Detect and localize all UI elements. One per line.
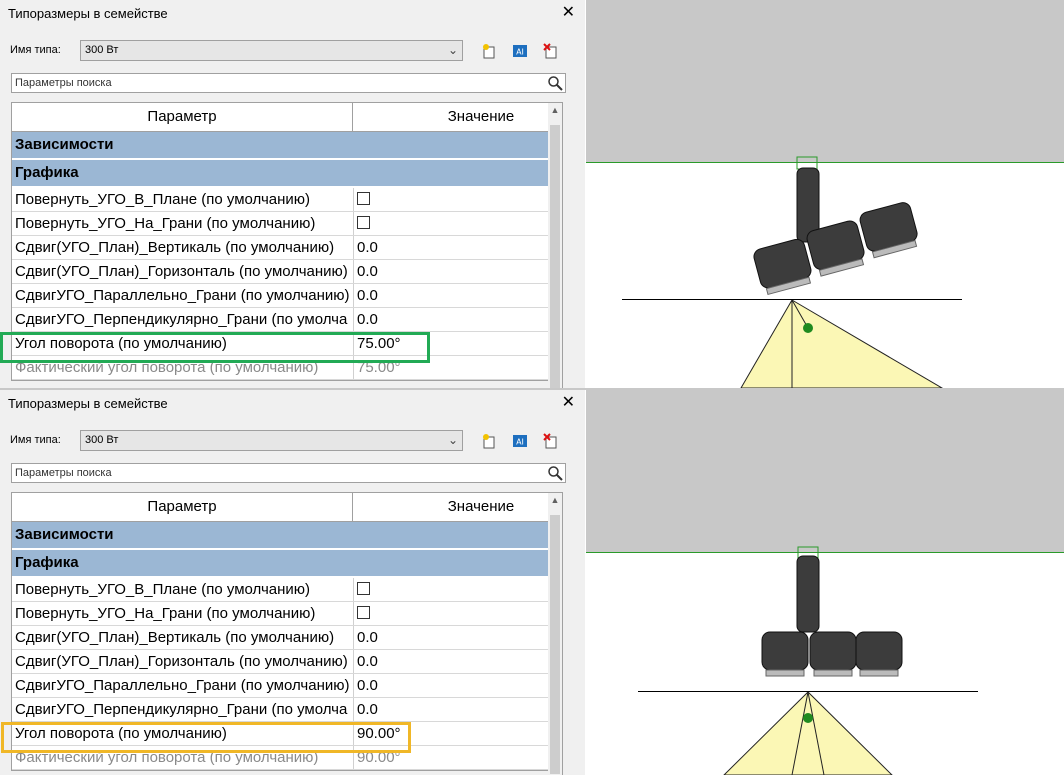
new-type-icon bbox=[483, 434, 495, 449]
new-type-button[interactable] bbox=[479, 41, 499, 61]
rename-type-button[interactable]: AI bbox=[510, 41, 530, 61]
svg-text:AI: AI bbox=[516, 48, 524, 57]
checkbox[interactable] bbox=[357, 192, 370, 206]
vertical-scrollbar[interactable]: ▲ bbox=[548, 492, 563, 775]
table-row[interactable]: СдвигУГО_Перпендикулярно_Грани (по умолч… bbox=[12, 698, 549, 722]
group-constraints[interactable]: Зависимости bbox=[12, 522, 549, 550]
delete-type-icon bbox=[543, 433, 557, 449]
chevron-down-icon: ⌄ bbox=[447, 43, 458, 57]
param-value[interactable]: 0.0 bbox=[354, 236, 549, 259]
new-type-icon bbox=[483, 44, 495, 59]
param-name: Повернуть_УГО_На_Грани (по умолчанию) bbox=[12, 212, 354, 235]
table-header: Параметр Значение bbox=[12, 493, 549, 522]
scroll-up-icon[interactable]: ▲ bbox=[548, 493, 562, 508]
close-icon[interactable]: ✕ bbox=[562, 392, 575, 412]
param-name: Сдвиг(УГО_План)_Вертикаль (по умолчанию) bbox=[12, 626, 354, 649]
fixture-view-90 bbox=[586, 390, 1064, 775]
scroll-thumb[interactable] bbox=[550, 125, 560, 388]
search-icon[interactable] bbox=[547, 75, 563, 91]
param-value[interactable]: 0.0 bbox=[354, 626, 549, 649]
checkbox[interactable] bbox=[357, 606, 370, 620]
delete-type-icon bbox=[543, 43, 557, 59]
family-types-dialog-top: Типоразмеры в семействе ✕ Имя типа: 300 … bbox=[0, 0, 585, 388]
scroll-up-icon[interactable]: ▲ bbox=[548, 103, 562, 118]
delete-type-button[interactable] bbox=[541, 41, 561, 61]
family-types-dialog-bottom: Типоразмеры в семействе ✕ Имя типа: 300 … bbox=[0, 390, 585, 775]
fixture-view-75 bbox=[586, 0, 1064, 388]
column-header-value[interactable]: Значение bbox=[353, 493, 549, 521]
type-name-select[interactable]: 300 Вт ⌄ bbox=[80, 40, 463, 61]
group-graphics[interactable]: Графика bbox=[12, 550, 549, 578]
search-placeholder: Параметры поиска bbox=[15, 77, 112, 89]
table-row[interactable]: Сдвиг(УГО_План)_Горизонталь (по умолчани… bbox=[12, 650, 549, 674]
param-name: Повернуть_УГО_В_Плане (по умолчанию) bbox=[12, 188, 354, 211]
table-row[interactable]: СдвигУГО_Перпендикулярно_Грани (по умолч… bbox=[12, 308, 549, 332]
rename-type-button[interactable]: AI bbox=[510, 431, 530, 451]
param-name: Сдвиг(УГО_План)_Горизонталь (по умолчани… bbox=[12, 650, 354, 673]
vertical-scrollbar[interactable]: ▲ bbox=[548, 102, 563, 388]
table-row[interactable]: Повернуть_УГО_В_Плане (по умолчанию) bbox=[12, 578, 549, 602]
column-header-parameter[interactable]: Параметр bbox=[12, 493, 353, 521]
svg-text:AI: AI bbox=[516, 438, 524, 447]
param-name: Сдвиг(УГО_План)_Вертикаль (по умолчанию) bbox=[12, 236, 354, 259]
table-row[interactable]: Повернуть_УГО_На_Грани (по умолчанию) bbox=[12, 602, 549, 626]
table-row[interactable]: Повернуть_УГО_На_Грани (по умолчанию) bbox=[12, 212, 549, 236]
highlight-rotation-angle bbox=[0, 332, 430, 363]
search-input[interactable]: Параметры поиска bbox=[11, 73, 566, 93]
rename-type-icon: AI bbox=[513, 45, 527, 57]
param-name: Повернуть_УГО_В_Плане (по умолчанию) bbox=[12, 578, 354, 601]
search-placeholder: Параметры поиска bbox=[15, 467, 112, 479]
column-header-value[interactable]: Значение bbox=[353, 103, 549, 131]
search-input[interactable]: Параметры поиска bbox=[11, 463, 566, 483]
table-row[interactable]: СдвигУГО_Параллельно_Грани (по умолчанию… bbox=[12, 674, 549, 698]
param-name: СдвигУГО_Перпендикулярно_Грани (по умолч… bbox=[12, 308, 354, 331]
view-canvas-top[interactable] bbox=[586, 0, 1064, 388]
checkbox[interactable] bbox=[357, 216, 370, 230]
param-value[interactable]: 0.0 bbox=[354, 284, 549, 307]
dialog-title: Типоразмеры в семействе bbox=[8, 396, 168, 411]
table-row[interactable]: Сдвиг(УГО_План)_Горизонталь (по умолчани… bbox=[12, 260, 549, 284]
type-name-label: Имя типа: bbox=[10, 434, 61, 446]
view-canvas-bottom[interactable] bbox=[586, 390, 1064, 775]
param-value[interactable]: 0.0 bbox=[354, 308, 549, 331]
param-value[interactable]: 0.0 bbox=[354, 260, 549, 283]
scroll-thumb[interactable] bbox=[550, 515, 560, 774]
group-graphics[interactable]: Графика bbox=[12, 160, 549, 188]
param-name: СдвигУГО_Параллельно_Грани (по умолчанию… bbox=[12, 284, 354, 307]
type-name-value: 300 Вт bbox=[85, 44, 119, 56]
param-value[interactable]: 0.0 bbox=[354, 674, 549, 697]
chevron-down-icon: ⌄ bbox=[447, 433, 458, 447]
dialog-title: Типоразмеры в семействе bbox=[8, 6, 168, 21]
table-row[interactable]: СдвигУГО_Параллельно_Грани (по умолчанию… bbox=[12, 284, 549, 308]
table-row[interactable]: Сдвиг(УГО_План)_Вертикаль (по умолчанию)… bbox=[12, 626, 549, 650]
param-name: СдвигУГО_Перпендикулярно_Грани (по умолч… bbox=[12, 698, 354, 721]
param-value[interactable]: 0.0 bbox=[354, 698, 549, 721]
table-row[interactable]: Сдвиг(УГО_План)_Вертикаль (по умолчанию)… bbox=[12, 236, 549, 260]
highlight-rotation-angle bbox=[1, 722, 411, 753]
table-row[interactable]: Повернуть_УГО_В_Плане (по умолчанию) bbox=[12, 188, 549, 212]
group-constraints[interactable]: Зависимости bbox=[12, 132, 549, 160]
delete-type-button[interactable] bbox=[541, 431, 561, 451]
search-icon[interactable] bbox=[547, 465, 563, 481]
checkbox[interactable] bbox=[357, 582, 370, 596]
param-name: Повернуть_УГО_На_Грани (по умолчанию) bbox=[12, 602, 354, 625]
column-header-parameter[interactable]: Параметр bbox=[12, 103, 353, 131]
param-name: СдвигУГО_Параллельно_Грани (по умолчанию… bbox=[12, 674, 354, 697]
type-name-value: 300 Вт bbox=[85, 434, 119, 446]
param-name: Сдвиг(УГО_План)_Горизонталь (по умолчани… bbox=[12, 260, 354, 283]
table-header: Параметр Значение bbox=[12, 103, 549, 132]
new-type-button[interactable] bbox=[479, 431, 499, 451]
type-name-select[interactable]: 300 Вт ⌄ bbox=[80, 430, 463, 451]
close-icon[interactable]: ✕ bbox=[562, 2, 575, 22]
type-name-label: Имя типа: bbox=[10, 44, 61, 56]
param-value[interactable]: 0.0 bbox=[354, 650, 549, 673]
rename-type-icon: AI bbox=[513, 435, 527, 447]
